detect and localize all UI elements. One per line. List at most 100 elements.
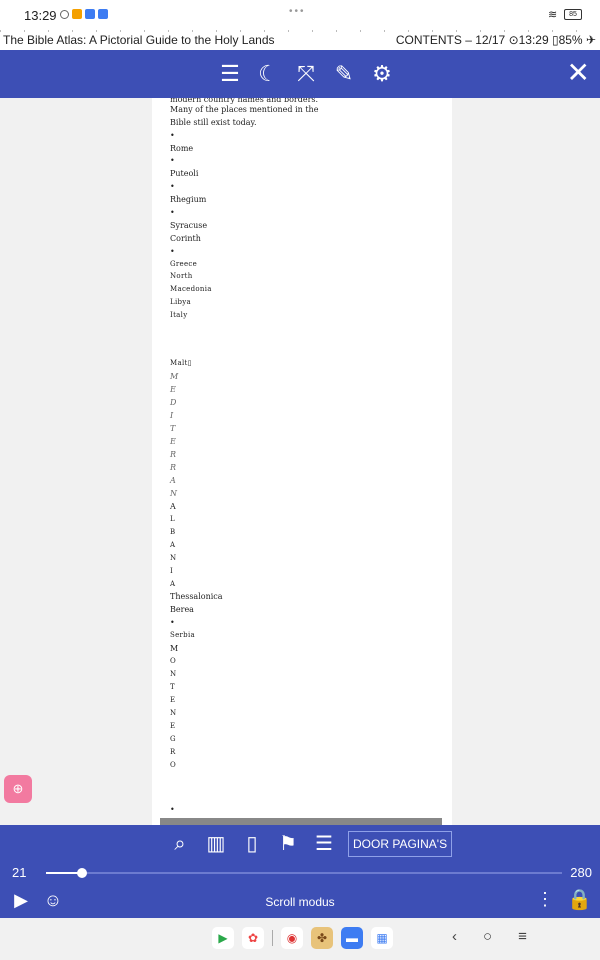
page-text-line: O [170,761,177,769]
page-text-line: Greece [170,260,198,268]
dots-indicator: ••• [289,6,306,17]
page-text-line: M [170,372,179,381]
dock-separator [272,930,273,946]
page-text-line: E [170,437,176,446]
status-time: 13:29 [24,8,57,23]
page-text-line: D [170,398,177,407]
page-text-line: • [170,247,175,256]
page-text-line: A [170,476,176,485]
page-text-line: L [170,515,175,523]
battery-icon: 85 [564,9,582,20]
top-toolbar: ☰ ☾ ⤧ ✎ ⚙ ✕ [0,50,600,98]
chrome-icon[interactable]: ◉ [281,927,303,949]
close-icon[interactable]: ✕ [567,58,590,88]
page-slider[interactable] [46,868,562,878]
moon-icon[interactable]: ☾ [254,61,282,87]
page-text-line: Malt▯ [170,359,192,367]
notification-icons [60,9,108,19]
gear-icon[interactable]: ⚙ [368,61,396,87]
page-text-line: B [170,528,176,536]
page-text-line: • [170,156,175,165]
page-text-line: E [170,722,176,730]
page-text-line: N [170,554,177,562]
bottom-toolbar: ⌕ ▥ ▯ ⚑ ☰ DOOR PAGINA'S 21 280 ▶ ☺ Scrol… [0,825,600,918]
page-text-line: T [170,424,176,433]
page-text-line: A [170,502,176,511]
page-text-line: A [170,541,176,549]
gallery-icon[interactable]: ▬ [341,927,363,949]
page-text-line: R [170,450,177,459]
page-footer-band [160,818,442,825]
page-mode-button[interactable]: DOOR PAGINA'S [348,831,453,857]
page-slider-thumb[interactable] [77,868,88,878]
reader-status: CONTENTS – 12/17 ⊙13:29 ▯85% ✈ [395,33,596,47]
apps-icon[interactable]: ▦ [371,927,393,949]
home-button[interactable]: ○ [483,928,492,945]
page-text-line: N [170,709,177,717]
zoom-button[interactable]: ⊕ [4,775,32,803]
page-text-line: M [170,644,179,653]
page-text-line: Bible still exist today. [170,118,257,127]
page-text-line: Rhegium [170,195,207,204]
align-icon[interactable]: ☰ [216,61,244,87]
recents-button[interactable]: ≡ [518,928,527,945]
page-text-line: Puteoli [170,169,199,178]
list-icon[interactable]: ☰ [312,831,336,857]
library-icon[interactable]: ▥ [204,831,228,857]
page-text-line: I [170,411,174,420]
page-text-line: Corinth [170,234,201,243]
page-text-line: Many of the places mentioned in the [170,105,319,114]
page-text-line: E [170,385,176,394]
back-button[interactable]: ‹ [452,928,457,945]
page-text-line: Macedonia [170,285,212,293]
page-text-line: Syracuse [170,221,208,230]
puzzle-app-icon[interactable]: ✤ [311,927,333,949]
search-icon[interactable]: ⌕ [168,831,192,857]
page-text-line: R [170,748,176,756]
page-text-line: modern country names and borders. [170,98,319,104]
current-page: 21 [12,865,27,880]
page-text-line: • [170,208,175,217]
total-pages: 280 [570,865,592,880]
page-text-line: North [170,272,193,280]
app-notification-icon [72,9,82,19]
wifi-icon: ≋ [548,9,558,21]
page-text-line: I [170,567,174,575]
page-text-line: T [170,683,175,691]
page-text-line: E [170,696,176,704]
fullscreen-icon[interactable]: ⤧ [292,61,320,87]
progress-ticks [0,30,600,32]
status-bar: 13:29 ••• ≋ 85 [0,0,600,30]
sync-icon [60,9,69,19]
page-text-line: O [170,657,177,665]
page-text-line: • [170,805,175,814]
page-text-line: • [170,182,175,191]
page-text-line: Thessalonica [170,592,223,601]
page-text-line: Berea [170,605,194,614]
more-options-icon[interactable]: ⋮ [536,889,554,910]
page-text-line: N [170,670,177,678]
page-text-line: N [170,489,177,498]
reader-info-bar: The Bible Atlas: A Pictorial Guide to th… [0,30,600,51]
page-text-line: Serbia [170,631,195,639]
page-text-line: Italy [170,311,188,319]
scroll-mode-label[interactable]: Scroll modus [0,895,600,909]
play-store-icon[interactable]: ▶ [212,927,234,949]
page-text-line: G [170,735,176,743]
bookmark-icon[interactable]: ⚑ [276,831,300,857]
page-text-line: Libya [170,298,191,306]
app-notification-icon [98,9,108,19]
document-icon[interactable]: ▯ [240,831,264,857]
system-nav-bar: ▶ ✿ ◉ ✤ ▬ ▦ ‹ ○ ≡ [0,918,600,960]
pencil-icon[interactable]: ✎ [330,61,358,87]
app-notification-icon [85,9,95,19]
page-text-line: • [170,618,175,627]
book-page[interactable]: modern country names and borders. Many of… [152,98,452,825]
page-text-line: • [170,131,175,140]
page-text-line: A [170,580,176,588]
book-title: The Bible Atlas: A Pictorial Guide to th… [3,33,275,47]
page-text-line: Rome [170,144,194,153]
page-text-line: R [170,463,177,472]
lock-icon[interactable]: 🔒 [567,887,592,912]
photos-icon[interactable]: ✿ [242,927,264,949]
